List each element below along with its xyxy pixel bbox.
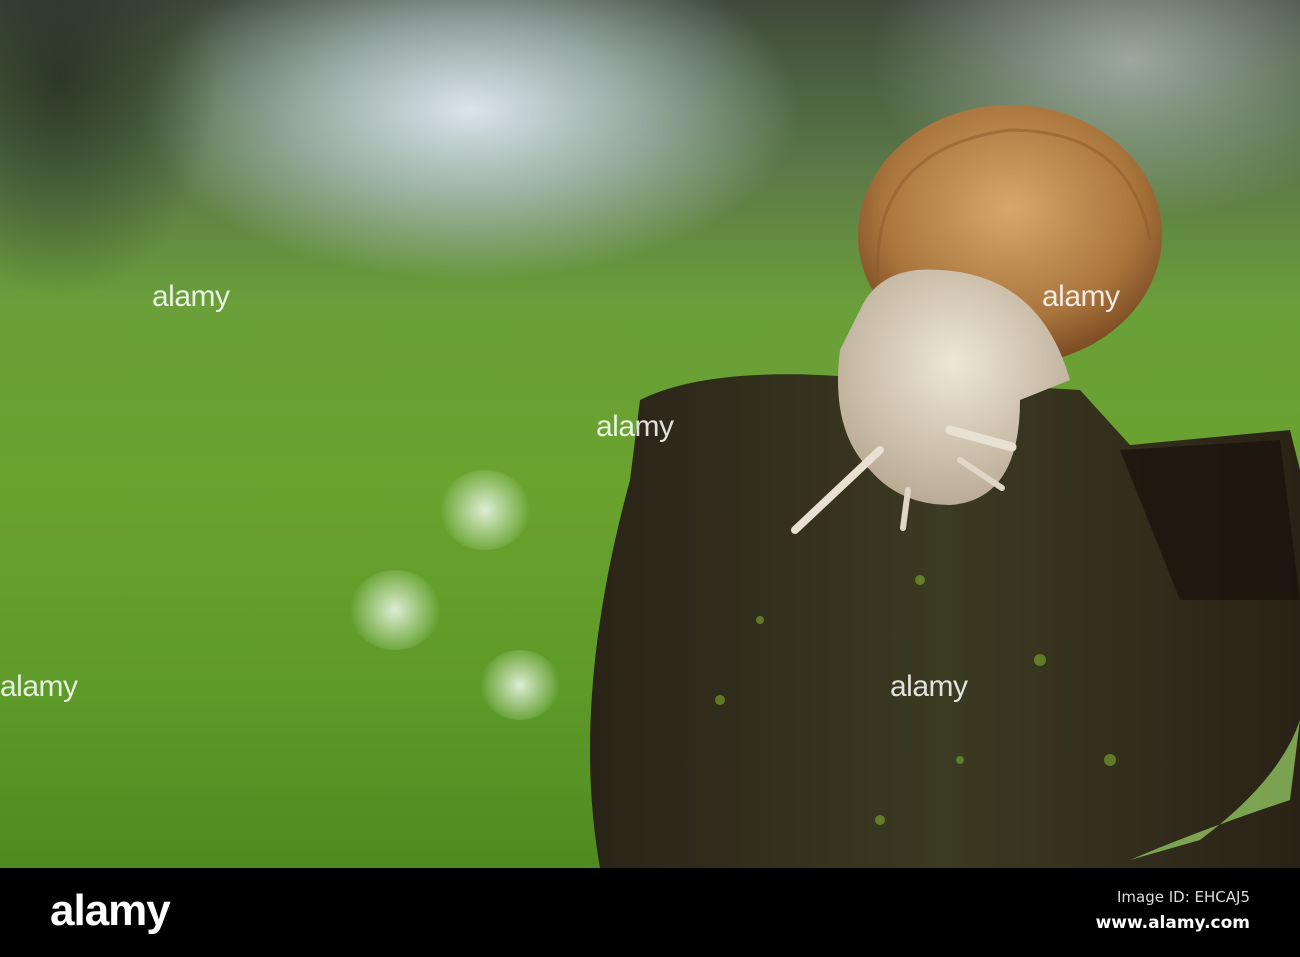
watermark: alamy — [0, 670, 78, 703]
watermark: alamy — [152, 280, 230, 313]
watermark: alamy — [596, 410, 674, 443]
footer-bar: alamy Image ID: EHCAJ5 www.alamy.com — [0, 868, 1300, 957]
website-link[interactable]: www.alamy.com — [1096, 913, 1250, 933]
alamy-logo: alamy — [50, 886, 171, 935]
watermark: alamy — [1042, 280, 1120, 313]
snail-photo: alamy alamy alamy alamy alamy — [0, 0, 1300, 868]
image-id: Image ID: EHCAJ5 — [1116, 888, 1250, 906]
watermark: alamy — [890, 670, 968, 703]
